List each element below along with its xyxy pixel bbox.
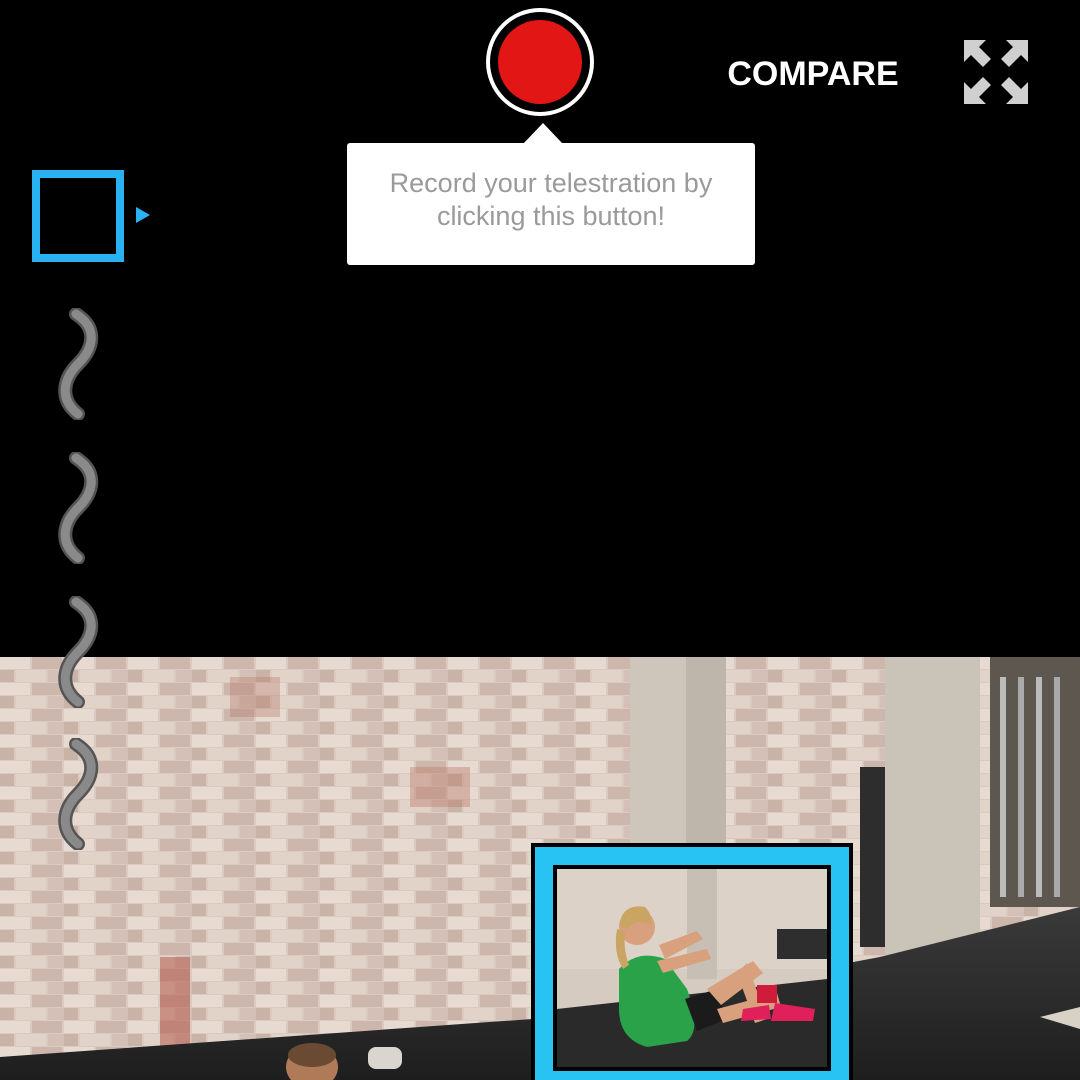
compare-button[interactable]: COMPARE — [718, 52, 908, 96]
expand-arrows-icon[interactable] — [960, 36, 1032, 108]
freehand-tool-icon[interactable] — [54, 451, 104, 565]
record-icon — [498, 20, 582, 104]
telestration-rectangle-inner[interactable] — [553, 865, 831, 1071]
freehand-tool-icon[interactable] — [54, 307, 104, 421]
selected-tool-indicator-icon — [136, 207, 150, 223]
freehand-tool-icon[interactable] — [54, 737, 104, 851]
canvas-top-area: COMPARE Record your telestration by clic… — [0, 0, 1080, 657]
telestration-screen: COMPARE Record your telestration by clic… — [0, 0, 1080, 1080]
rectangle-tool-icon[interactable] — [32, 170, 124, 262]
tooltip-text: Record your telestration by clicking thi… — [389, 168, 713, 231]
freehand-tool-icon[interactable] — [54, 595, 104, 709]
record-button[interactable] — [486, 8, 594, 116]
record-tooltip: Record your telestration by clicking thi… — [347, 123, 755, 265]
